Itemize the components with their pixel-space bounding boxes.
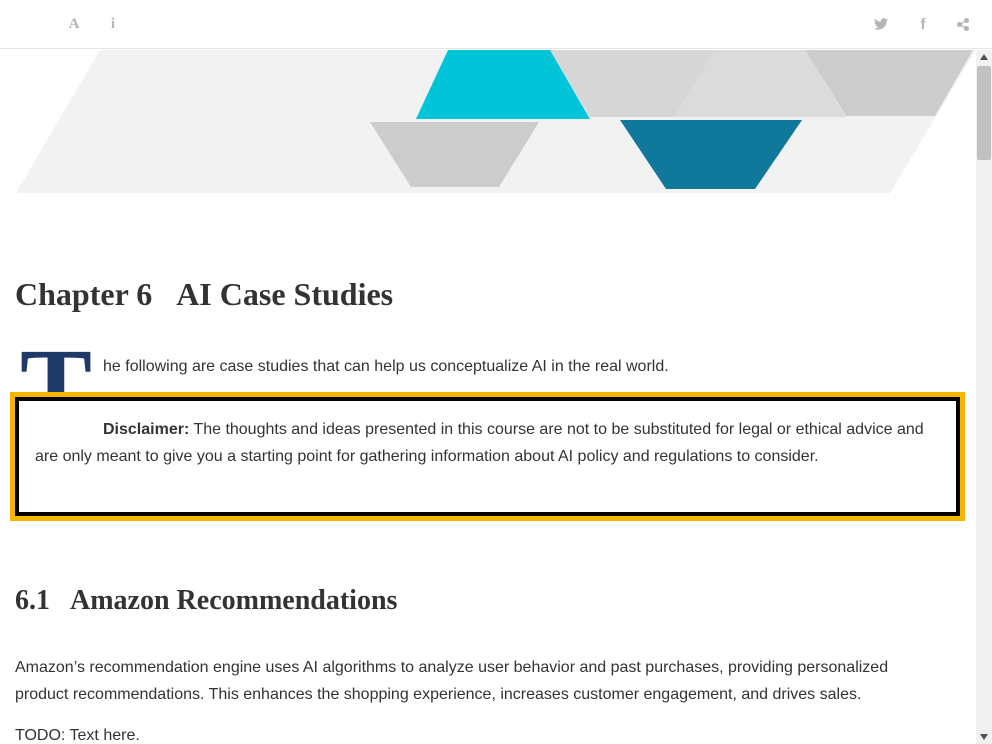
- scroll-up-arrow-icon[interactable]: [976, 50, 992, 64]
- intro-text: he following are case studies that can h…: [103, 358, 669, 375]
- font-settings-icon[interactable]: A: [64, 14, 84, 34]
- info-icon[interactable]: i: [103, 14, 123, 34]
- section-number: 6.1: [15, 585, 50, 616]
- share-icon[interactable]: [953, 14, 973, 34]
- chapter-banner-image: [16, 50, 976, 193]
- section-title: 6.1 Amazon Recommendations: [15, 585, 397, 617]
- twitter-icon[interactable]: [871, 14, 891, 34]
- chapter-number: Chapter 6: [15, 276, 153, 312]
- disclaimer-label: Disclaimer:: [103, 421, 190, 438]
- todo-text: TODO: Text here.: [15, 727, 140, 744]
- chapter-title-text: AI Case Studies: [176, 276, 394, 312]
- scrollbar-thumb[interactable]: [977, 66, 991, 160]
- book-toolbar: A i f: [0, 0, 992, 49]
- book-content: Chapter 6 AI Case Studies T he following …: [0, 50, 976, 744]
- facebook-icon[interactable]: f: [913, 14, 933, 34]
- chapter-title: Chapter 6 AI Case Studies: [15, 276, 393, 313]
- section-paragraph: Amazon’s recommendation engine uses AI a…: [15, 659, 889, 703]
- scroll-down-arrow-icon[interactable]: [976, 730, 992, 744]
- disclaimer-text: Disclaimer: The thoughts and ideas prese…: [35, 416, 940, 470]
- section-title-text: Amazon Recommendations: [70, 585, 398, 616]
- vertical-scrollbar[interactable]: [976, 50, 992, 744]
